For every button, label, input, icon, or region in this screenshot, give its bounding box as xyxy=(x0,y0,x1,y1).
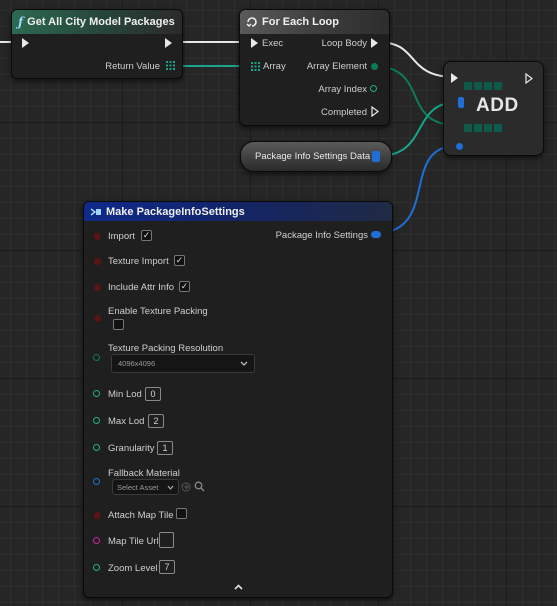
node-title: For Each Loop xyxy=(262,16,339,28)
get-packages-node[interactable]: ƒ Get All City Model Packages Return Val… xyxy=(11,9,183,79)
attach-map-tile-checkbox[interactable] xyxy=(176,508,187,519)
chevron-down-icon xyxy=(240,361,248,366)
element-input-pin[interactable] xyxy=(464,124,519,132)
browse-asset-search-icon[interactable] xyxy=(194,481,205,492)
granularity-pin[interactable] xyxy=(93,444,100,451)
exec-label: Exec xyxy=(262,38,284,49)
include-attr-pin[interactable] xyxy=(94,284,101,291)
resolution-label: Texture Packing Resolution xyxy=(108,343,224,354)
chevron-down-icon xyxy=(167,485,174,490)
exec-out-pin[interactable] xyxy=(165,38,172,48)
max-lod-label: Max Lod xyxy=(108,416,145,427)
exec-in-pin[interactable] xyxy=(451,73,458,83)
array-index-pin[interactable] xyxy=(370,85,377,92)
loop-body-label: Loop Body xyxy=(321,38,367,49)
exec-in-pin[interactable] xyxy=(251,38,258,48)
fallback-asset-value: Select Asset xyxy=(117,482,159,492)
granularity-label: Granularity xyxy=(108,443,155,454)
variable-label: Package Info Settings Data xyxy=(255,151,371,162)
zoom-level-label: Zoom Level xyxy=(108,563,158,574)
for-each-loop-node[interactable]: For Each Loop Exec Array Loop Body Array… xyxy=(239,9,390,126)
array-index-label: Array Index xyxy=(318,84,367,95)
include-attr-checkbox[interactable]: ✓ xyxy=(179,281,190,292)
attach-map-tile-label: Attach Map Tile xyxy=(108,510,174,521)
enable-packing-pin[interactable] xyxy=(94,315,101,322)
max-lod-pin[interactable] xyxy=(93,417,100,424)
completed-label: Completed xyxy=(321,107,367,118)
node-title: Make PackageInfoSettings xyxy=(106,205,245,218)
max-lod-input[interactable]: 2 xyxy=(148,414,164,428)
texture-import-checkbox[interactable]: ✓ xyxy=(174,255,185,266)
map-tile-url-pin[interactable] xyxy=(93,537,100,544)
resolution-dropdown[interactable]: 4096x4096 xyxy=(111,354,255,373)
make-package-info-settings-node[interactable]: Make PackageInfoSettings Package Info Se… xyxy=(83,201,393,598)
node-header: ƒ Get All City Model Packages xyxy=(12,10,182,34)
min-lod-label: Min Lod xyxy=(108,389,142,400)
fallback-asset-dropdown[interactable]: Select Asset xyxy=(112,479,179,495)
struct-output-pin[interactable] xyxy=(371,231,381,238)
enable-packing-checkbox[interactable] xyxy=(113,319,124,330)
resolution-value: 4096x4096 xyxy=(118,359,156,368)
texture-import-pin[interactable] xyxy=(94,258,101,265)
loop-icon xyxy=(246,17,257,27)
completed-exec-pin[interactable] xyxy=(371,106,380,117)
target-array-pin[interactable] xyxy=(464,82,519,90)
struct-item-pin[interactable] xyxy=(456,143,463,150)
settings-data-variable-node[interactable]: Package Info Settings Data xyxy=(240,141,392,172)
array-element-label: Array Element xyxy=(306,61,367,72)
zoom-level-input[interactable]: 7 xyxy=(159,560,175,574)
array-element-pin[interactable] xyxy=(371,63,378,70)
texture-import-label: Texture Import xyxy=(108,256,169,267)
node-header: For Each Loop xyxy=(240,10,389,34)
enable-packing-label: Enable Texture Packing xyxy=(108,306,208,317)
node-header: Make PackageInfoSettings xyxy=(84,202,392,221)
attach-map-tile-pin[interactable] xyxy=(94,512,101,519)
import-label: Import xyxy=(108,231,135,242)
loop-body-exec-pin[interactable] xyxy=(371,38,378,48)
array-grid-icon[interactable] xyxy=(166,61,175,70)
zoom-level-pin[interactable] xyxy=(93,564,100,571)
map-tile-url-label: Map Tile Url xyxy=(108,536,159,547)
import-pin[interactable] xyxy=(94,233,101,240)
exec-out-pin[interactable] xyxy=(525,73,534,84)
node-title: Get All City Model Packages xyxy=(27,16,175,28)
map-tile-url-input[interactable] xyxy=(159,532,174,548)
function-icon: ƒ xyxy=(18,15,24,29)
array-grid-icon[interactable] xyxy=(251,62,260,71)
use-selected-asset-icon[interactable] xyxy=(181,482,191,492)
struct-out-pin[interactable] xyxy=(372,151,380,162)
add-title: ADD xyxy=(476,95,519,116)
fallback-material-pin[interactable] xyxy=(93,478,100,485)
min-lod-pin[interactable] xyxy=(93,390,100,397)
min-lod-input[interactable]: 0 xyxy=(145,387,161,401)
chevron-up-icon[interactable] xyxy=(234,584,243,590)
struct-input-pin[interactable] xyxy=(458,97,464,108)
return-value-label: Return Value xyxy=(105,61,160,72)
fallback-material-label: Fallback Material xyxy=(108,468,180,479)
granularity-input[interactable]: 1 xyxy=(157,441,173,455)
exec-in-pin[interactable] xyxy=(22,38,29,48)
array-label: Array xyxy=(263,61,286,72)
import-checkbox[interactable]: ✓ xyxy=(141,230,152,241)
include-attr-label: Include Attr Info xyxy=(108,282,175,293)
add-node[interactable]: ADD xyxy=(443,61,544,156)
resolution-pin[interactable] xyxy=(93,354,100,361)
struct-make-icon xyxy=(90,207,101,216)
output-label: Package Info Settings xyxy=(275,230,368,241)
